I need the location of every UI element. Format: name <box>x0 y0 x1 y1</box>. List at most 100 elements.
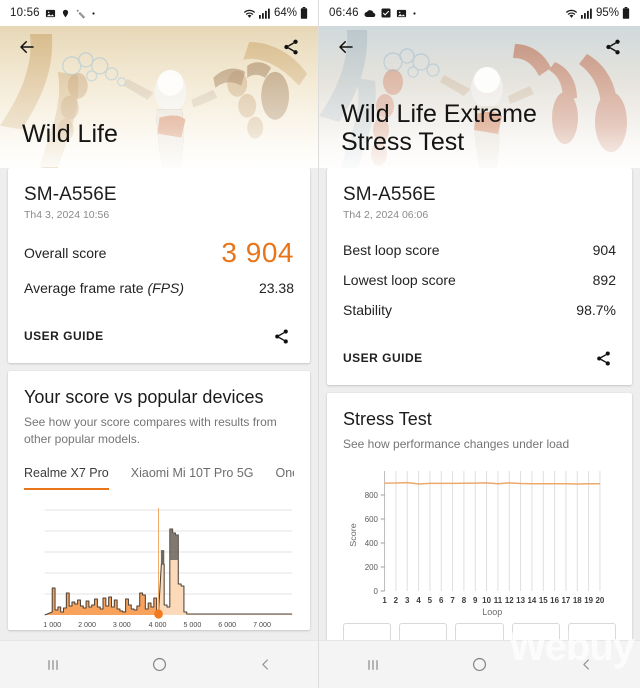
dot-icon <box>412 11 417 16</box>
right-status-bar: 06:46 95% <box>319 0 640 26</box>
share-icon[interactable] <box>590 345 616 371</box>
svg-text:14: 14 <box>528 596 537 605</box>
recents-icon[interactable] <box>350 648 396 682</box>
back-arrow-icon[interactable] <box>14 34 40 60</box>
stress-x-axis-title: Loop <box>482 607 502 617</box>
share-icon[interactable] <box>268 323 294 349</box>
status-bar-right: 95% <box>565 7 630 19</box>
tab-realme-x7-pro[interactable]: Realme X7 Pro <box>24 466 109 491</box>
stress-y-axis-labels: 0 200 400 600 800 <box>365 491 379 596</box>
left-hero-banner: Wild Life <box>0 26 318 168</box>
overall-score-value: 3 904 <box>221 237 294 268</box>
stress-vertical-gridlines <box>384 471 601 592</box>
right-content-area: SM-A556E Th4 2, 2024 06:06 Best loop sco… <box>319 168 640 640</box>
legend-pill[interactable] <box>511 623 560 640</box>
compare-subtitle: See how your score compares with results… <box>24 415 277 447</box>
checkbox-icon <box>381 8 391 18</box>
svg-text:7 000: 7 000 <box>253 620 271 629</box>
stress-test-title: Stress Test <box>343 409 432 429</box>
test-date: Th4 2, 2024 06:06 <box>343 209 429 221</box>
stress-y-tick-marks <box>380 494 385 592</box>
battery-percentage: 64% <box>273 7 297 19</box>
svg-text:10: 10 <box>482 596 491 605</box>
svg-text:15: 15 <box>539 596 548 605</box>
status-bar-left: 06:46 <box>329 7 417 19</box>
dual-screenshot-container: 10:56 64% Wild Life SM-A556E Th4 3, 2024… <box>0 0 640 688</box>
svg-text:200: 200 <box>365 563 379 572</box>
svg-text:18: 18 <box>573 596 582 605</box>
user-guide-link[interactable]: USER GUIDE <box>24 329 104 343</box>
legend-pill[interactable] <box>343 623 392 640</box>
tab-oneplus[interactable]: OnePlus <box>276 466 295 490</box>
signal-bars-icon <box>580 8 593 19</box>
svg-text:13: 13 <box>516 596 525 605</box>
lowest-loop-score-label: Lowest loop score <box>343 272 456 288</box>
status-bar-left: 10:56 <box>10 7 96 19</box>
svg-text:400: 400 <box>365 539 379 548</box>
stress-loop-score-line <box>384 481 600 485</box>
device-model: SM-A556E <box>343 184 436 205</box>
svg-text:1: 1 <box>382 596 387 605</box>
back-icon[interactable] <box>242 648 288 682</box>
recents-icon[interactable] <box>30 648 76 682</box>
svg-text:3 000: 3 000 <box>113 620 131 629</box>
tab-xiaomi-mi-10t-pro-5g[interactable]: Xiaomi Mi 10T Pro 5G <box>131 466 254 490</box>
score-distribution-chart: 1 000 2 000 3 000 4 000 5 000 6 000 7 00… <box>24 502 294 630</box>
stress-test-legend-pills <box>343 617 617 640</box>
back-icon[interactable] <box>564 648 610 682</box>
svg-text:4: 4 <box>416 596 421 605</box>
user-guide-link[interactable]: USER GUIDE <box>343 351 423 365</box>
stress-x-axis-labels: 123 456 789 10 11 12 13 14 15 16 17 18 19 20 <box>382 596 604 605</box>
best-loop-score-value: 904 <box>592 242 616 258</box>
stress-test-chart: 0 200 400 600 800 Score 123 456 789 10 11 12… <box>343 465 616 617</box>
location-pin-icon <box>61 8 70 19</box>
overall-score-row: Overall score 3 904 <box>24 235 294 273</box>
svg-text:0: 0 <box>374 587 379 596</box>
svg-text:12: 12 <box>505 596 514 605</box>
right-hero-banner: Wild Life Extreme Stress Test <box>319 26 640 168</box>
svg-text:17: 17 <box>562 596 571 605</box>
right-phone-screenshot: 06:46 95% Wild Life Extreme Stress Test … <box>319 0 640 688</box>
right-result-card: SM-A556E Th4 2, 2024 06:06 Best loop sco… <box>327 168 632 385</box>
cloud-icon <box>364 9 376 18</box>
svg-text:5: 5 <box>428 596 433 605</box>
left-system-nav-bar <box>0 640 318 688</box>
your-score-marker <box>154 609 163 619</box>
stress-y-axis-title: Score <box>348 523 358 547</box>
dot-icon <box>91 11 96 16</box>
lowest-loop-score-row: Lowest loop score 892 <box>343 265 616 295</box>
svg-text:19: 19 <box>584 596 593 605</box>
svg-text:6: 6 <box>439 596 444 605</box>
best-loop-score-label: Best loop score <box>343 242 440 258</box>
left-page-title: Wild Life <box>22 120 118 148</box>
svg-text:3: 3 <box>405 596 410 605</box>
overall-score-label: Overall score <box>24 245 107 261</box>
share-icon[interactable] <box>600 34 626 60</box>
home-icon[interactable] <box>136 648 182 682</box>
average-frame-rate-value: 23.38 <box>258 280 294 296</box>
average-frame-rate-row: Average frame rate (FPS) 23.38 <box>24 273 294 303</box>
legend-pill[interactable] <box>455 623 504 640</box>
svg-text:1 000: 1 000 <box>43 620 61 629</box>
legend-pill[interactable] <box>399 623 448 640</box>
distribution-gridlines <box>44 509 293 595</box>
svg-text:2 000: 2 000 <box>78 620 96 629</box>
share-icon[interactable] <box>278 34 304 60</box>
stability-label: Stability <box>343 302 393 318</box>
svg-text:20: 20 <box>596 596 605 605</box>
status-time: 06:46 <box>329 7 359 19</box>
average-frame-rate-label: Average frame rate (FPS) <box>24 280 185 296</box>
right-page-title: Wild Life Extreme Stress Test <box>341 100 537 156</box>
stability-value: 98.7% <box>576 302 616 318</box>
home-icon[interactable] <box>457 648 503 682</box>
legend-pill[interactable] <box>567 623 617 640</box>
back-arrow-icon[interactable] <box>333 34 359 60</box>
left-content-area: SM-A556E Th4 3, 2024 10:56 Overall score… <box>0 168 318 640</box>
distribution-x-axis-labels: 1 000 2 000 3 000 4 000 5 000 6 000 7 00… <box>43 620 271 629</box>
svg-text:7: 7 <box>450 596 455 605</box>
test-date: Th4 3, 2024 10:56 <box>24 209 110 221</box>
right-system-nav-bar <box>319 640 640 688</box>
svg-text:600: 600 <box>365 515 379 524</box>
svg-text:11: 11 <box>494 596 503 605</box>
wifi-icon <box>243 8 256 19</box>
